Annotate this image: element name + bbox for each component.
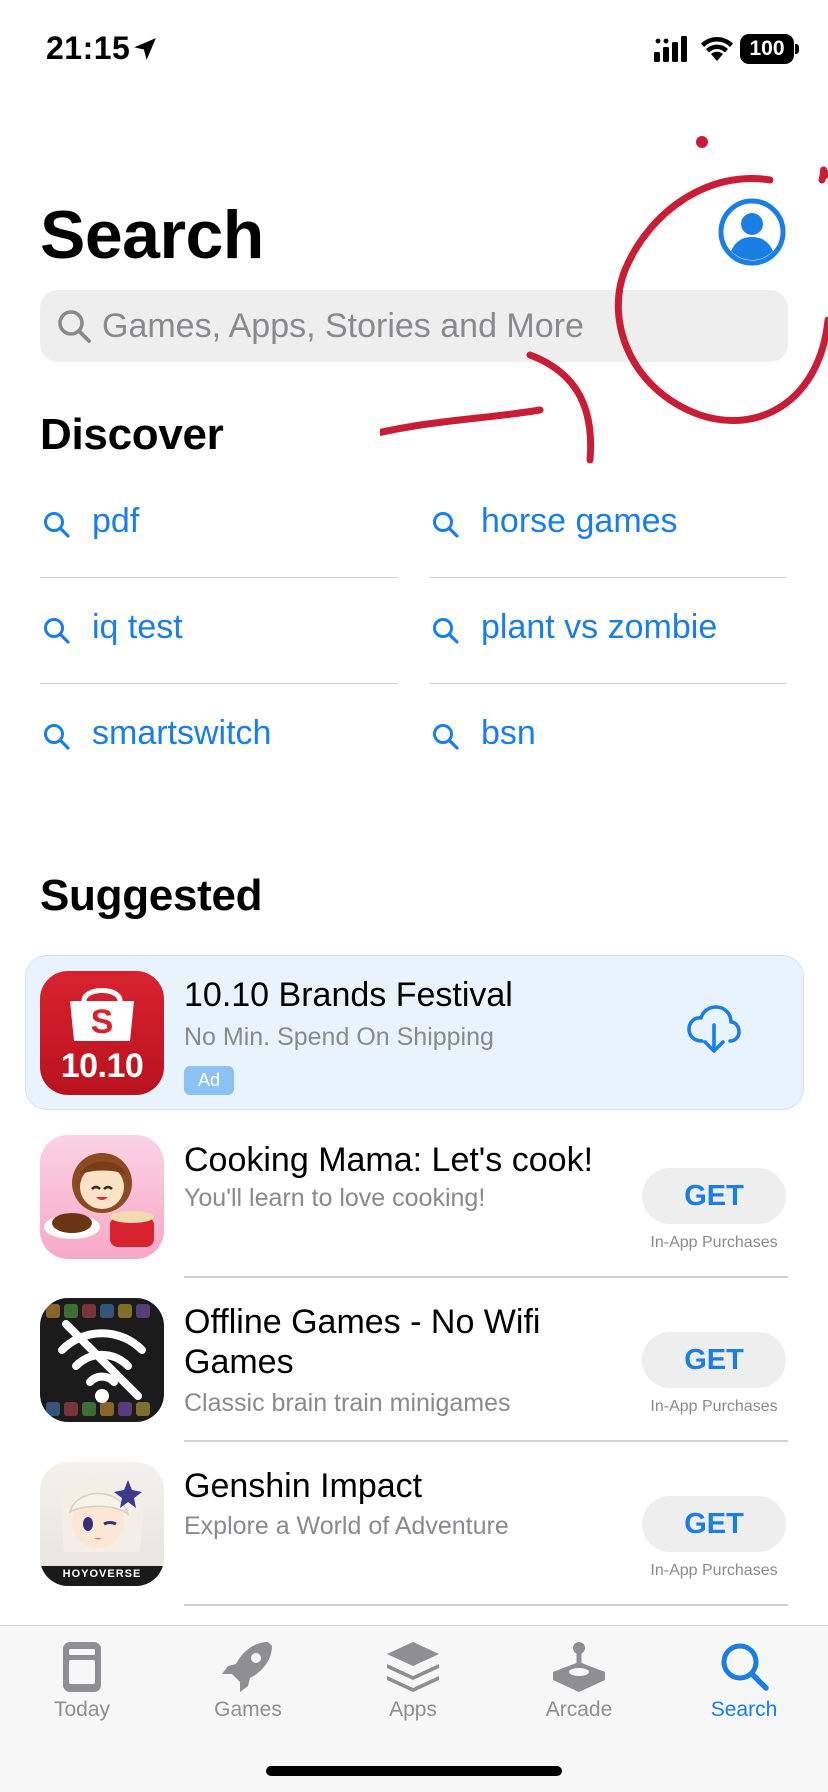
ad-icon-text: 10.10 xyxy=(60,1047,144,1085)
discover-item-pdf[interactable]: pdf xyxy=(40,472,398,578)
app-subtitle: You'll learn to love cooking! xyxy=(184,1184,486,1212)
layers-icon xyxy=(387,1642,439,1692)
genshin-app-icon: HOYOVERSE xyxy=(40,1462,164,1586)
cloud-download-icon[interactable] xyxy=(686,1005,742,1053)
discover-heading: Discover xyxy=(40,410,224,459)
joystick-icon xyxy=(553,1642,605,1692)
search-suggestion-icon xyxy=(433,512,459,538)
get-button[interactable]: GET xyxy=(642,1496,786,1552)
location-arrow-icon xyxy=(134,38,156,60)
search-input[interactable] xyxy=(100,290,770,362)
search-suggestion-icon xyxy=(44,618,70,644)
genshin-icon-text: HOYOVERSE xyxy=(62,1568,142,1580)
no-wifi-icon xyxy=(46,1304,150,1416)
tab-arcade[interactable]: Arcade xyxy=(504,1626,654,1736)
app-name-line2: Games xyxy=(184,1343,294,1381)
discover-item-label: pdf xyxy=(92,502,140,540)
search-bar[interactable] xyxy=(40,290,788,362)
person-circle-icon[interactable] xyxy=(718,198,786,266)
tab-label: Arcade xyxy=(545,1698,613,1721)
tab-label: Games xyxy=(214,1698,282,1721)
app-row-cooking-mama[interactable]: Cooking Mama: Let's cook! You'll learn t… xyxy=(40,1118,788,1282)
in-app-purchases-note: In-App Purchases xyxy=(650,1234,778,1251)
search-suggestion-icon xyxy=(44,724,70,750)
discover-item-bsn[interactable]: bsn xyxy=(429,684,787,790)
magnifying-glass-icon xyxy=(58,310,91,343)
status-bar: 21:15 100 xyxy=(0,0,828,100)
app-name: 10.10 Brands Festival xyxy=(184,976,513,1014)
tab-label: Today xyxy=(53,1698,111,1721)
wifi-icon xyxy=(701,37,733,61)
in-app-purchases-note: In-App Purchases xyxy=(650,1562,778,1579)
tab-label: Search xyxy=(710,1698,778,1721)
tab-games[interactable]: Games xyxy=(173,1626,323,1736)
status-time: 21:15 xyxy=(46,30,131,66)
home-indicator[interactable] xyxy=(266,1766,562,1776)
cooking-mama-app-icon xyxy=(40,1135,164,1259)
discover-item-iq-test[interactable]: iq test xyxy=(40,578,398,684)
app-name: Cooking Mama: Let's cook! xyxy=(184,1141,594,1179)
suggested-heading: Suggested xyxy=(40,871,263,920)
row-divider xyxy=(184,1604,788,1606)
app-subtitle: No Min. Spend On Shipping xyxy=(184,1023,494,1051)
app-name: Genshin Impact xyxy=(184,1467,423,1505)
in-app-purchases-note: In-App Purchases xyxy=(650,1398,778,1415)
discover-item-smartswitch[interactable]: smartswitch xyxy=(40,684,398,790)
tab-search[interactable]: Search xyxy=(669,1626,819,1736)
today-icon xyxy=(63,1642,101,1692)
discover-item-label: iq test xyxy=(92,608,183,646)
search-suggestion-icon xyxy=(433,724,459,750)
ad-badge: Ad xyxy=(184,1066,234,1095)
ad-icon-letter: S xyxy=(90,1003,114,1041)
tab-label: Apps xyxy=(389,1698,437,1721)
app-subtitle: Classic brain train minigames xyxy=(184,1389,511,1417)
battery-icon: 100 xyxy=(740,34,794,64)
app-name-line1: Offline Games - No Wifi xyxy=(184,1303,541,1341)
get-button[interactable]: GET xyxy=(642,1332,786,1388)
discover-item-label: horse games xyxy=(481,502,678,540)
search-icon xyxy=(721,1643,769,1691)
app-subtitle: Explore a World of Adventure xyxy=(184,1512,509,1540)
row-divider xyxy=(184,1440,788,1442)
cellular-signal-icon xyxy=(654,36,687,62)
app-row-genshin-impact[interactable]: HOYOVERSE Genshin Impact Explore a World… xyxy=(40,1446,788,1610)
discover-item-label: smartswitch xyxy=(92,714,272,752)
discover-item-label: plant vs zombie xyxy=(481,608,718,646)
shopee-app-icon: S 10.10 xyxy=(40,971,164,1095)
tab-apps[interactable]: Apps xyxy=(338,1626,488,1736)
search-suggestion-icon xyxy=(44,512,70,538)
rocket-icon xyxy=(222,1642,272,1692)
page-title: Search xyxy=(40,197,264,273)
discover-item-plant-vs-zombie[interactable]: plant vs zombie xyxy=(429,578,787,684)
battery-cap xyxy=(795,44,799,54)
offline-games-app-icon xyxy=(40,1298,164,1422)
search-suggestion-icon xyxy=(433,618,459,644)
discover-item-horse-games[interactable]: horse games xyxy=(429,472,787,578)
ad-app-row[interactable]: S 10.10 10.10 Brands Festival No Min. Sp… xyxy=(40,955,788,1119)
discover-item-label: bsn xyxy=(481,714,536,752)
cooking-mama-artwork xyxy=(44,1153,154,1247)
tab-today[interactable]: Today xyxy=(7,1626,157,1736)
app-row-offline-games[interactable]: Offline Games - No Wifi Games Classic br… xyxy=(40,1282,788,1446)
row-divider xyxy=(184,1276,788,1278)
get-button[interactable]: GET xyxy=(642,1168,786,1224)
